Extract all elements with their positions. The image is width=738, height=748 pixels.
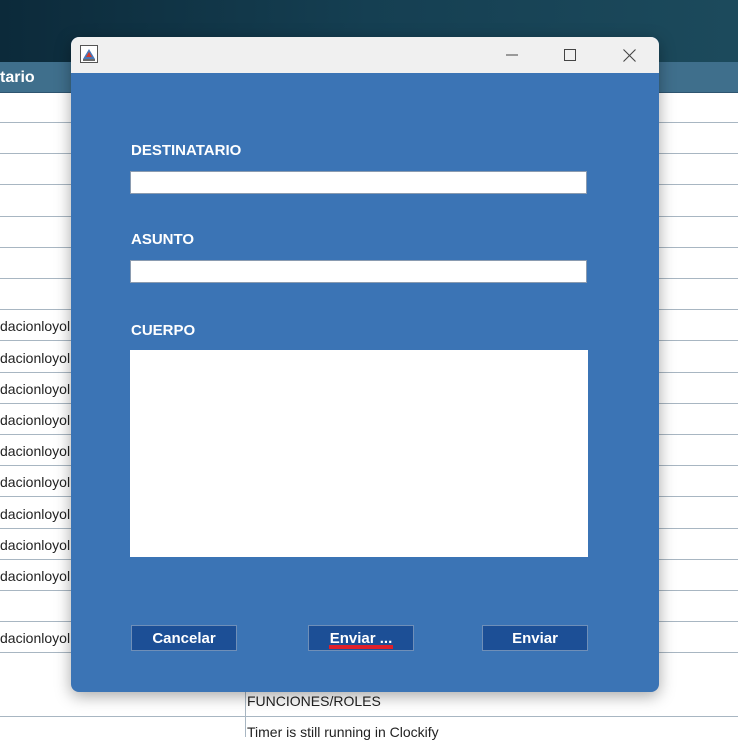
table-cell: dacionloyol <box>0 318 71 334</box>
cancel-button[interactable]: Cancelar <box>131 625 237 651</box>
table-cell: dacionloyol <box>0 568 71 584</box>
maximize-icon <box>564 49 576 61</box>
dialog-titlebar[interactable] <box>71 37 659 73</box>
send-button-label: Enviar <box>512 629 558 647</box>
background-header-label: tario <box>0 69 35 86</box>
table-row[interactable]: Timer is still running in Clockify <box>0 717 738 748</box>
table-cell: dacionloyol <box>0 474 71 490</box>
cuerpo-textarea[interactable] <box>130 350 588 557</box>
destinatario-field[interactable] <box>130 171 587 194</box>
java-app-icon <box>80 45 98 63</box>
asunto-field[interactable] <box>130 260 587 283</box>
table-cell: dacionloyol <box>0 412 71 428</box>
table-cell: dacionloyol <box>0 381 71 397</box>
minimize-button[interactable] <box>483 37 541 73</box>
table-cell: dacionloyol <box>0 506 71 522</box>
focus-underline <box>329 645 393 649</box>
table-cell: dacionloyol <box>0 350 71 366</box>
asunto-label: ASUNTO <box>131 231 195 248</box>
close-button[interactable] <box>600 37 658 73</box>
send-with-options-label: Enviar ... <box>329 629 393 647</box>
table-cell: dacionloyol <box>0 537 71 553</box>
send-button[interactable]: Enviar <box>482 625 588 651</box>
minimize-icon <box>506 54 518 56</box>
close-icon <box>622 48 636 62</box>
cuerpo-label: CUERPO <box>131 322 196 339</box>
table-cell: FUNCIONES/ROLES <box>247 693 381 709</box>
destinatario-label: DESTINATARIO <box>131 142 242 159</box>
table-cell: Timer is still running in Clockify <box>247 724 439 740</box>
table-cell: dacionloyol <box>0 443 71 459</box>
table-cell: dacionloyol <box>0 630 71 646</box>
maximize-button[interactable] <box>541 37 599 73</box>
email-dialog: DESTINATARIO ASUNTO CUERPO Cancelar Envi… <box>71 37 659 692</box>
cancel-button-label: Cancelar <box>152 629 216 647</box>
send-with-options-button[interactable]: Enviar ... <box>308 625 414 651</box>
